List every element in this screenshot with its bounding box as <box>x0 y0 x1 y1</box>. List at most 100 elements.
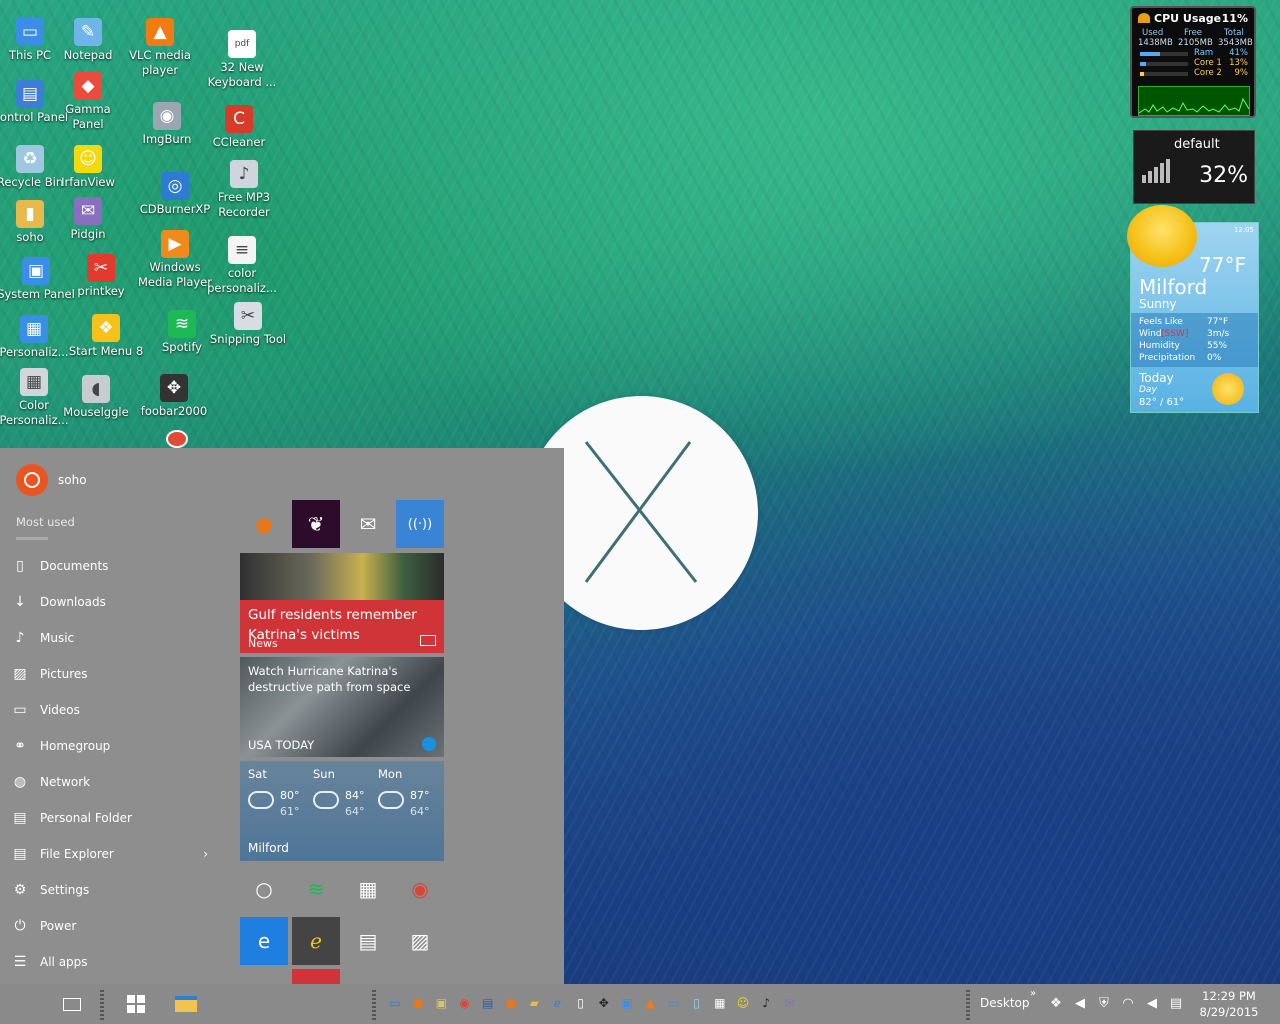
folder-icon[interactable]: ▰ <box>525 994 543 1012</box>
desktop-icon[interactable]: ≡ color personaliz... <box>203 236 281 296</box>
toolbar-grip[interactable] <box>966 990 970 1020</box>
pidgin-icon[interactable]: ✉ <box>780 994 798 1012</box>
tool-icon[interactable]: ▣ <box>432 994 450 1012</box>
cpu-usage-gadget[interactable]: CPU Usage 11% Used Free Total 1438MB 210… <box>1130 6 1256 118</box>
desktop-icon[interactable]: ✉ Pidgin <box>49 197 127 242</box>
desktop-icon[interactable]: ✂ printkey <box>62 254 140 299</box>
firefox-icon[interactable]: ● <box>409 994 427 1012</box>
start-menu-item-network[interactable]: ◍ Network <box>0 764 226 800</box>
start-menu-item-label: Homegroup <box>40 739 111 753</box>
notepad-icon[interactable]: ▯ <box>688 994 706 1012</box>
weather-gadget[interactable]: 12:05 77°F Milford Sunny Feels Like 77°F… <box>1127 205 1259 413</box>
cortana-tile[interactable]: ○ <box>240 865 288 913</box>
toolbar-grip[interactable] <box>100 990 104 1020</box>
window-icon[interactable]: ▤ <box>479 994 497 1012</box>
desktop-icon[interactable]: ☺ IrfanView <box>49 145 127 190</box>
desktop-icon[interactable]: ♪ Free MP3 Recorder <box>205 160 283 220</box>
desktop-icon[interactable]: pdf 32 New Keyboard ... <box>203 30 281 90</box>
start-menu-item-documents[interactable]: ▯ Documents <box>0 548 226 584</box>
feels-like-label: Feels Like <box>1139 317 1183 327</box>
desktop-icon[interactable]: ✥ foobar2000 <box>135 374 213 419</box>
firefox-tile[interactable]: ● <box>240 500 288 548</box>
expand-chevron-icon[interactable]: › <box>203 847 208 861</box>
desktop-icon[interactable]: C CCleaner <box>200 105 278 150</box>
speaker-icon[interactable]: ◀ <box>1144 995 1160 1011</box>
vlc-icon[interactable]: ▲ <box>641 994 659 1012</box>
edge-tile[interactable]: e <box>240 917 288 965</box>
screen-icon[interactable]: ▭ <box>664 994 682 1012</box>
irfanview-icon[interactable]: ☺ <box>734 994 752 1012</box>
precipitation-value: 0% <box>1207 353 1222 363</box>
photos-tile[interactable]: ▨ <box>396 917 444 965</box>
start-menu-left-column: soho Most used ▯ Documents ↓ Downloads ♪ Musi… <box>0 448 226 984</box>
file-explorer-taskbar-button[interactable] <box>172 990 200 1018</box>
network-gadget[interactable]: default 32% <box>1133 130 1255 204</box>
task-view-button[interactable] <box>58 990 86 1018</box>
start-menu-item-label: All apps <box>40 955 88 969</box>
start-menu-item-settings[interactable]: ⚙ Settings <box>0 872 226 908</box>
toolbar-grip[interactable] <box>372 990 376 1020</box>
start-menu-item-file-explorer[interactable]: ▤ File Explorer › <box>0 836 226 872</box>
internet-explorer-tile[interactable]: ℯ <box>292 917 340 965</box>
desktop-icon[interactable]: ✎ Notepad <box>49 18 127 63</box>
chrome-tile[interactable]: ◉ <box>396 865 444 913</box>
folder-icon <box>175 996 197 1012</box>
keyboard-icon[interactable]: ▦ <box>711 994 729 1012</box>
user-account[interactable]: soho <box>16 464 87 496</box>
weather-tile[interactable]: Sat 80° 61° Sun 84° 64° Mon 87° 64° Milford <box>240 761 444 861</box>
homegroup-icon: ⚭ <box>14 738 26 754</box>
usatoday-tile[interactable]: Watch Hurricane Katrina's destructive pa… <box>240 657 444 757</box>
podcast-tile[interactable]: ((·)) <box>396 500 444 548</box>
start-button[interactable] <box>122 990 150 1018</box>
desktop-icon[interactable]: ◆ Gamma Panel <box>49 72 127 132</box>
network-name: default <box>1174 137 1220 152</box>
desktop-icon[interactable]: ✂ Snipping Tool <box>209 302 287 347</box>
spotify-tile[interactable]: ≋ <box>292 865 340 913</box>
start-menu-item-pictures[interactable]: ▨ Pictures <box>0 656 226 692</box>
start-menu-item-videos[interactable]: ▭ Videos <box>0 692 226 728</box>
action-center-icon[interactable]: ▤ <box>1168 995 1184 1011</box>
toolbar-overflow-chevron[interactable]: » <box>1030 988 1036 999</box>
start-menu-item-power[interactable]: ⏻ Power <box>0 908 226 944</box>
calendar-tile[interactable]: ▦ <box>344 865 392 913</box>
desktop-icon[interactable]: ▦ Personaliz... <box>0 315 73 360</box>
partial-app-icon[interactable] <box>166 430 188 448</box>
pictures-icon: ▨ <box>13 666 27 682</box>
clock[interactable]: 12:29 PM 8/29/2015 <box>1196 988 1262 1020</box>
start-menu-item-all-apps[interactable]: ☰ All apps <box>0 944 226 980</box>
start-menu-item-music[interactable]: ♪ Music <box>0 620 226 656</box>
desktop-icon[interactable]: ◎ CDBurnerXP <box>136 172 214 217</box>
desktop-icon-label: Notepad <box>63 48 113 62</box>
partial-tile[interactable] <box>292 969 340 984</box>
firefox-alt-icon[interactable]: ● <box>502 994 520 1012</box>
mp3-icon[interactable]: ♪ <box>757 994 775 1012</box>
iheartradio-tile[interactable]: ❦ <box>292 500 340 548</box>
personalize-icon: ▦ <box>20 315 48 343</box>
wind-direction: [SSW] <box>1161 329 1189 339</box>
movies-tile[interactable]: ▤ <box>344 917 392 965</box>
shield-icon[interactable]: ⛨ <box>1096 995 1112 1011</box>
color-tray-icon[interactable]: ❖ <box>1048 995 1064 1011</box>
foobar2000-icon: ✥ <box>160 374 188 402</box>
chrome-icon[interactable]: ◉ <box>456 994 474 1012</box>
divider <box>16 537 48 540</box>
desktop-icon[interactable]: ▲ VLC media player <box>121 18 199 78</box>
file-icon[interactable]: ▯ <box>572 994 590 1012</box>
show-desktop-icon[interactable]: ▭ <box>386 994 404 1012</box>
start-menu-item-personal-folder[interactable]: ▤ Personal Folder <box>0 800 226 836</box>
desktop-icon[interactable]: ❖ Start Menu 8 <box>67 314 145 359</box>
desktop-toolbar[interactable]: Desktop <box>980 996 1030 1010</box>
start-menu-item-downloads[interactable]: ↓ Downloads <box>0 584 226 620</box>
start-menu-item-homegroup[interactable]: ⚭ Homegroup <box>0 728 226 764</box>
move-icon[interactable]: ✥ <box>595 994 613 1012</box>
wifi-icon[interactable]: ◠ <box>1120 995 1136 1011</box>
panel-icon[interactable]: ▣ <box>618 994 636 1012</box>
mail-tile[interactable]: ✉ <box>344 500 392 548</box>
desktop-icon[interactable]: ◖ Mouselggle <box>57 375 135 420</box>
task-view-icon <box>63 997 81 1011</box>
volume-speaker-icon[interactable]: ◀ <box>1072 995 1088 1011</box>
partly-sunny-icon <box>248 791 274 809</box>
ie-icon[interactable]: ℯ <box>548 994 566 1012</box>
news-tile[interactable]: Gulf residents remember Katrina's victim… <box>240 553 444 653</box>
desktop-icon[interactable]: ◉ ImgBurn <box>128 102 206 147</box>
